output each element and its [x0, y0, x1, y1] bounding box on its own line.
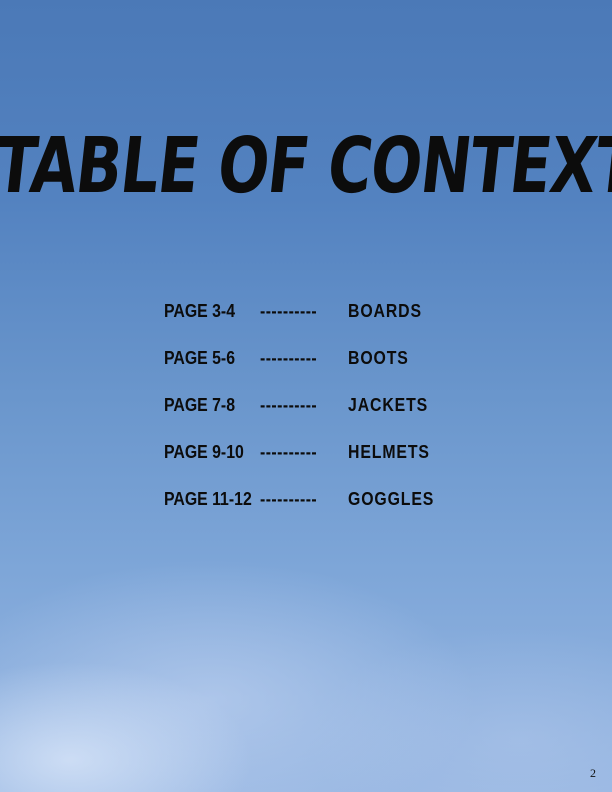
- toc-leader: ----------: [260, 348, 318, 368]
- toc-section-title: HELMETS: [348, 442, 430, 462]
- toc-entry-boards: PAGE 3-4 ---------- BOARDS: [164, 299, 464, 346]
- toc-leader: ----------: [260, 489, 318, 509]
- document-page: TABLE OF CONTEXT PAGE 3-4 ---------- BOA…: [0, 0, 612, 792]
- toc-page-range: PAGE 3-4: [164, 301, 236, 321]
- toc-section-title: JACKETS: [348, 395, 429, 415]
- toc-entry-goggles: PAGE 11-12 ---------- GOGGLES: [164, 487, 464, 534]
- toc-page-range: PAGE 9-10: [164, 442, 244, 462]
- table-of-contents: PAGE 3-4 ---------- BOARDS PAGE 5-6 ----…: [164, 299, 464, 534]
- toc-leader: ----------: [260, 442, 318, 462]
- toc-leader: ----------: [260, 395, 318, 415]
- toc-page-range: PAGE 5-6: [164, 348, 236, 368]
- toc-section-title: BOOTS: [348, 348, 409, 368]
- page-title: TABLE OF CONTEXT: [0, 121, 612, 212]
- page-number: 2: [590, 766, 596, 780]
- toc-section-title: BOARDS: [348, 301, 422, 321]
- toc-page-range: PAGE 7-8: [164, 395, 236, 415]
- toc-page-range: PAGE 11-12: [164, 489, 252, 509]
- toc-entry-jackets: PAGE 7-8 ---------- JACKETS: [164, 393, 464, 440]
- toc-section-title: GOGGLES: [348, 489, 435, 509]
- toc-leader: ----------: [260, 301, 318, 321]
- toc-entry-helmets: PAGE 9-10 ---------- HELMETS: [164, 440, 464, 487]
- toc-entry-boots: PAGE 5-6 ---------- BOOTS: [164, 346, 464, 393]
